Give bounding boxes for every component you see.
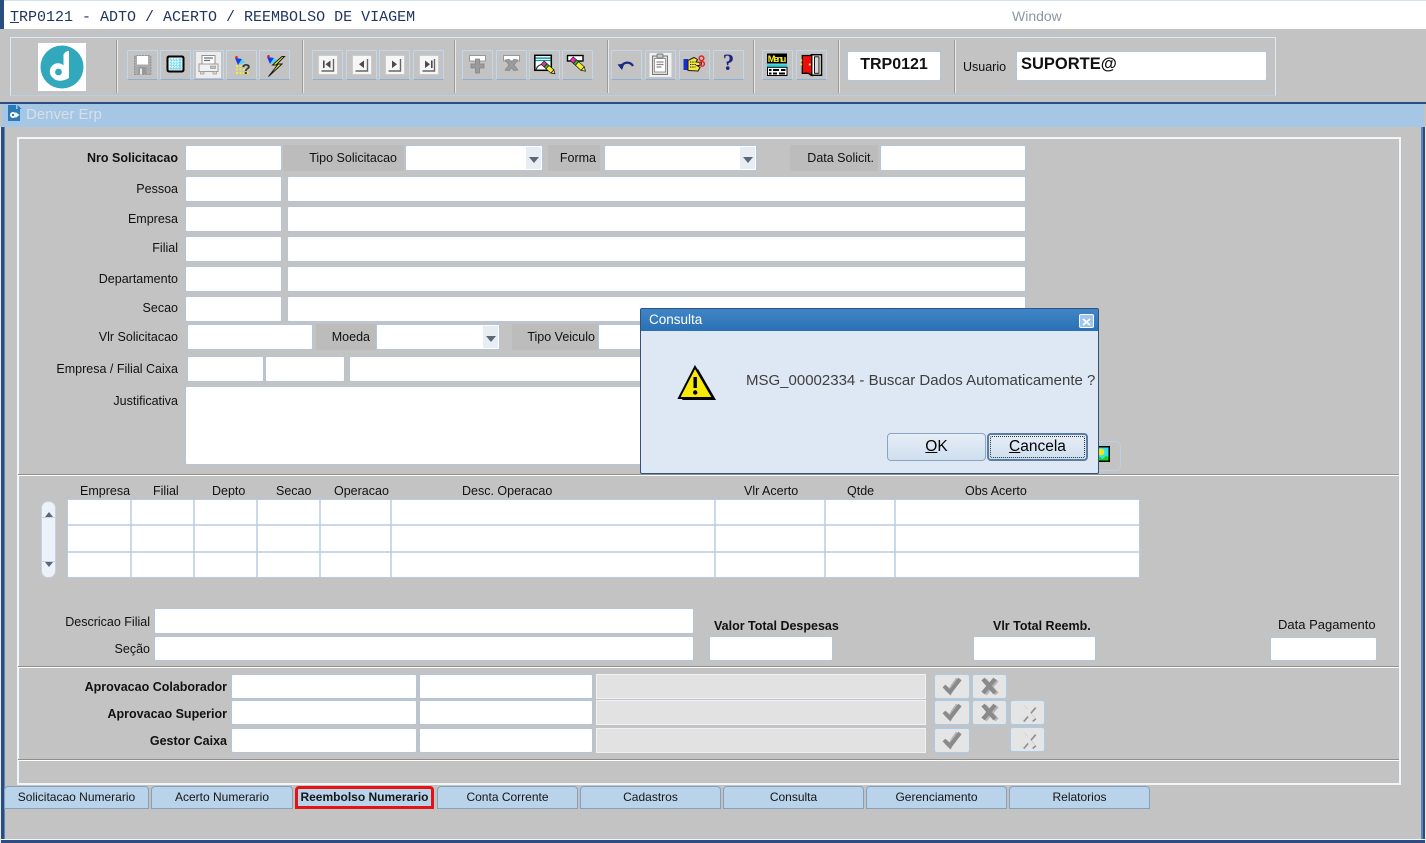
svg-text:?: ? [242,61,251,78]
svg-text:Menu: Menu [768,54,787,64]
